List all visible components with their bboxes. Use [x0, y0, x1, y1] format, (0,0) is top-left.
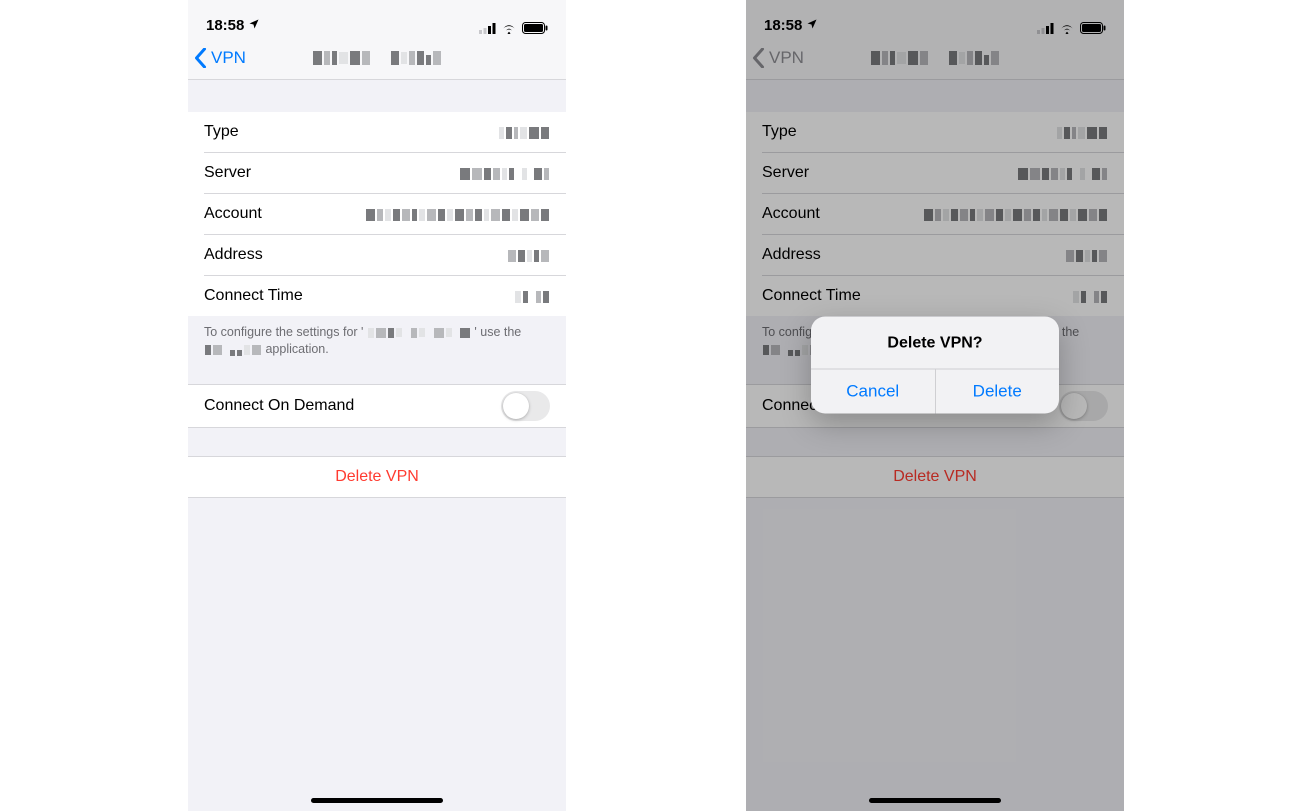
- row-label: Connect On Demand: [204, 397, 354, 415]
- phone-right: 18:58: [746, 0, 1124, 811]
- chevron-left-icon: [194, 48, 207, 68]
- row-server: Server: [188, 153, 566, 193]
- back-button[interactable]: VPN: [194, 48, 246, 68]
- row-label: Account: [204, 205, 262, 223]
- delete-vpn-button[interactable]: Delete VPN: [188, 456, 566, 498]
- vpn-details-group: Type Server Account Addres: [188, 112, 566, 316]
- back-label: VPN: [211, 48, 246, 68]
- connect-on-demand-toggle[interactable]: [501, 391, 550, 421]
- status-bar: 18:58: [188, 0, 566, 36]
- cellular-icon: [479, 23, 496, 34]
- wifi-icon: [501, 22, 517, 34]
- row-connect-time: Connect Time: [188, 276, 566, 316]
- phone-left: 18:58: [188, 0, 566, 811]
- home-indicator[interactable]: [311, 798, 443, 803]
- row-label: Address: [204, 246, 263, 264]
- row-label: Type: [204, 123, 239, 141]
- alert-title: Delete VPN?: [811, 316, 1059, 368]
- row-value: [514, 288, 550, 305]
- nav-bar: VPN: [188, 36, 566, 80]
- row-account: Account: [188, 194, 566, 234]
- row-value: [365, 206, 550, 223]
- group-footer: To configure the settings for ' ' use th…: [188, 316, 566, 370]
- delete-vpn-alert: Delete VPN? Cancel Delete: [811, 316, 1059, 413]
- row-value: [459, 165, 550, 182]
- row-value: [507, 247, 550, 264]
- status-time: 18:58: [206, 17, 244, 34]
- row-value: [498, 124, 550, 141]
- row-label: Server: [204, 164, 251, 182]
- row-type: Type: [188, 112, 566, 152]
- location-icon: [248, 17, 260, 34]
- row-address: Address: [188, 235, 566, 275]
- row-label: Connect Time: [204, 287, 303, 305]
- alert-cancel-button[interactable]: Cancel: [811, 369, 935, 413]
- battery-icon: [522, 22, 548, 34]
- row-connect-on-demand: Connect On Demand: [188, 384, 566, 428]
- alert-delete-button[interactable]: Delete: [935, 369, 1060, 413]
